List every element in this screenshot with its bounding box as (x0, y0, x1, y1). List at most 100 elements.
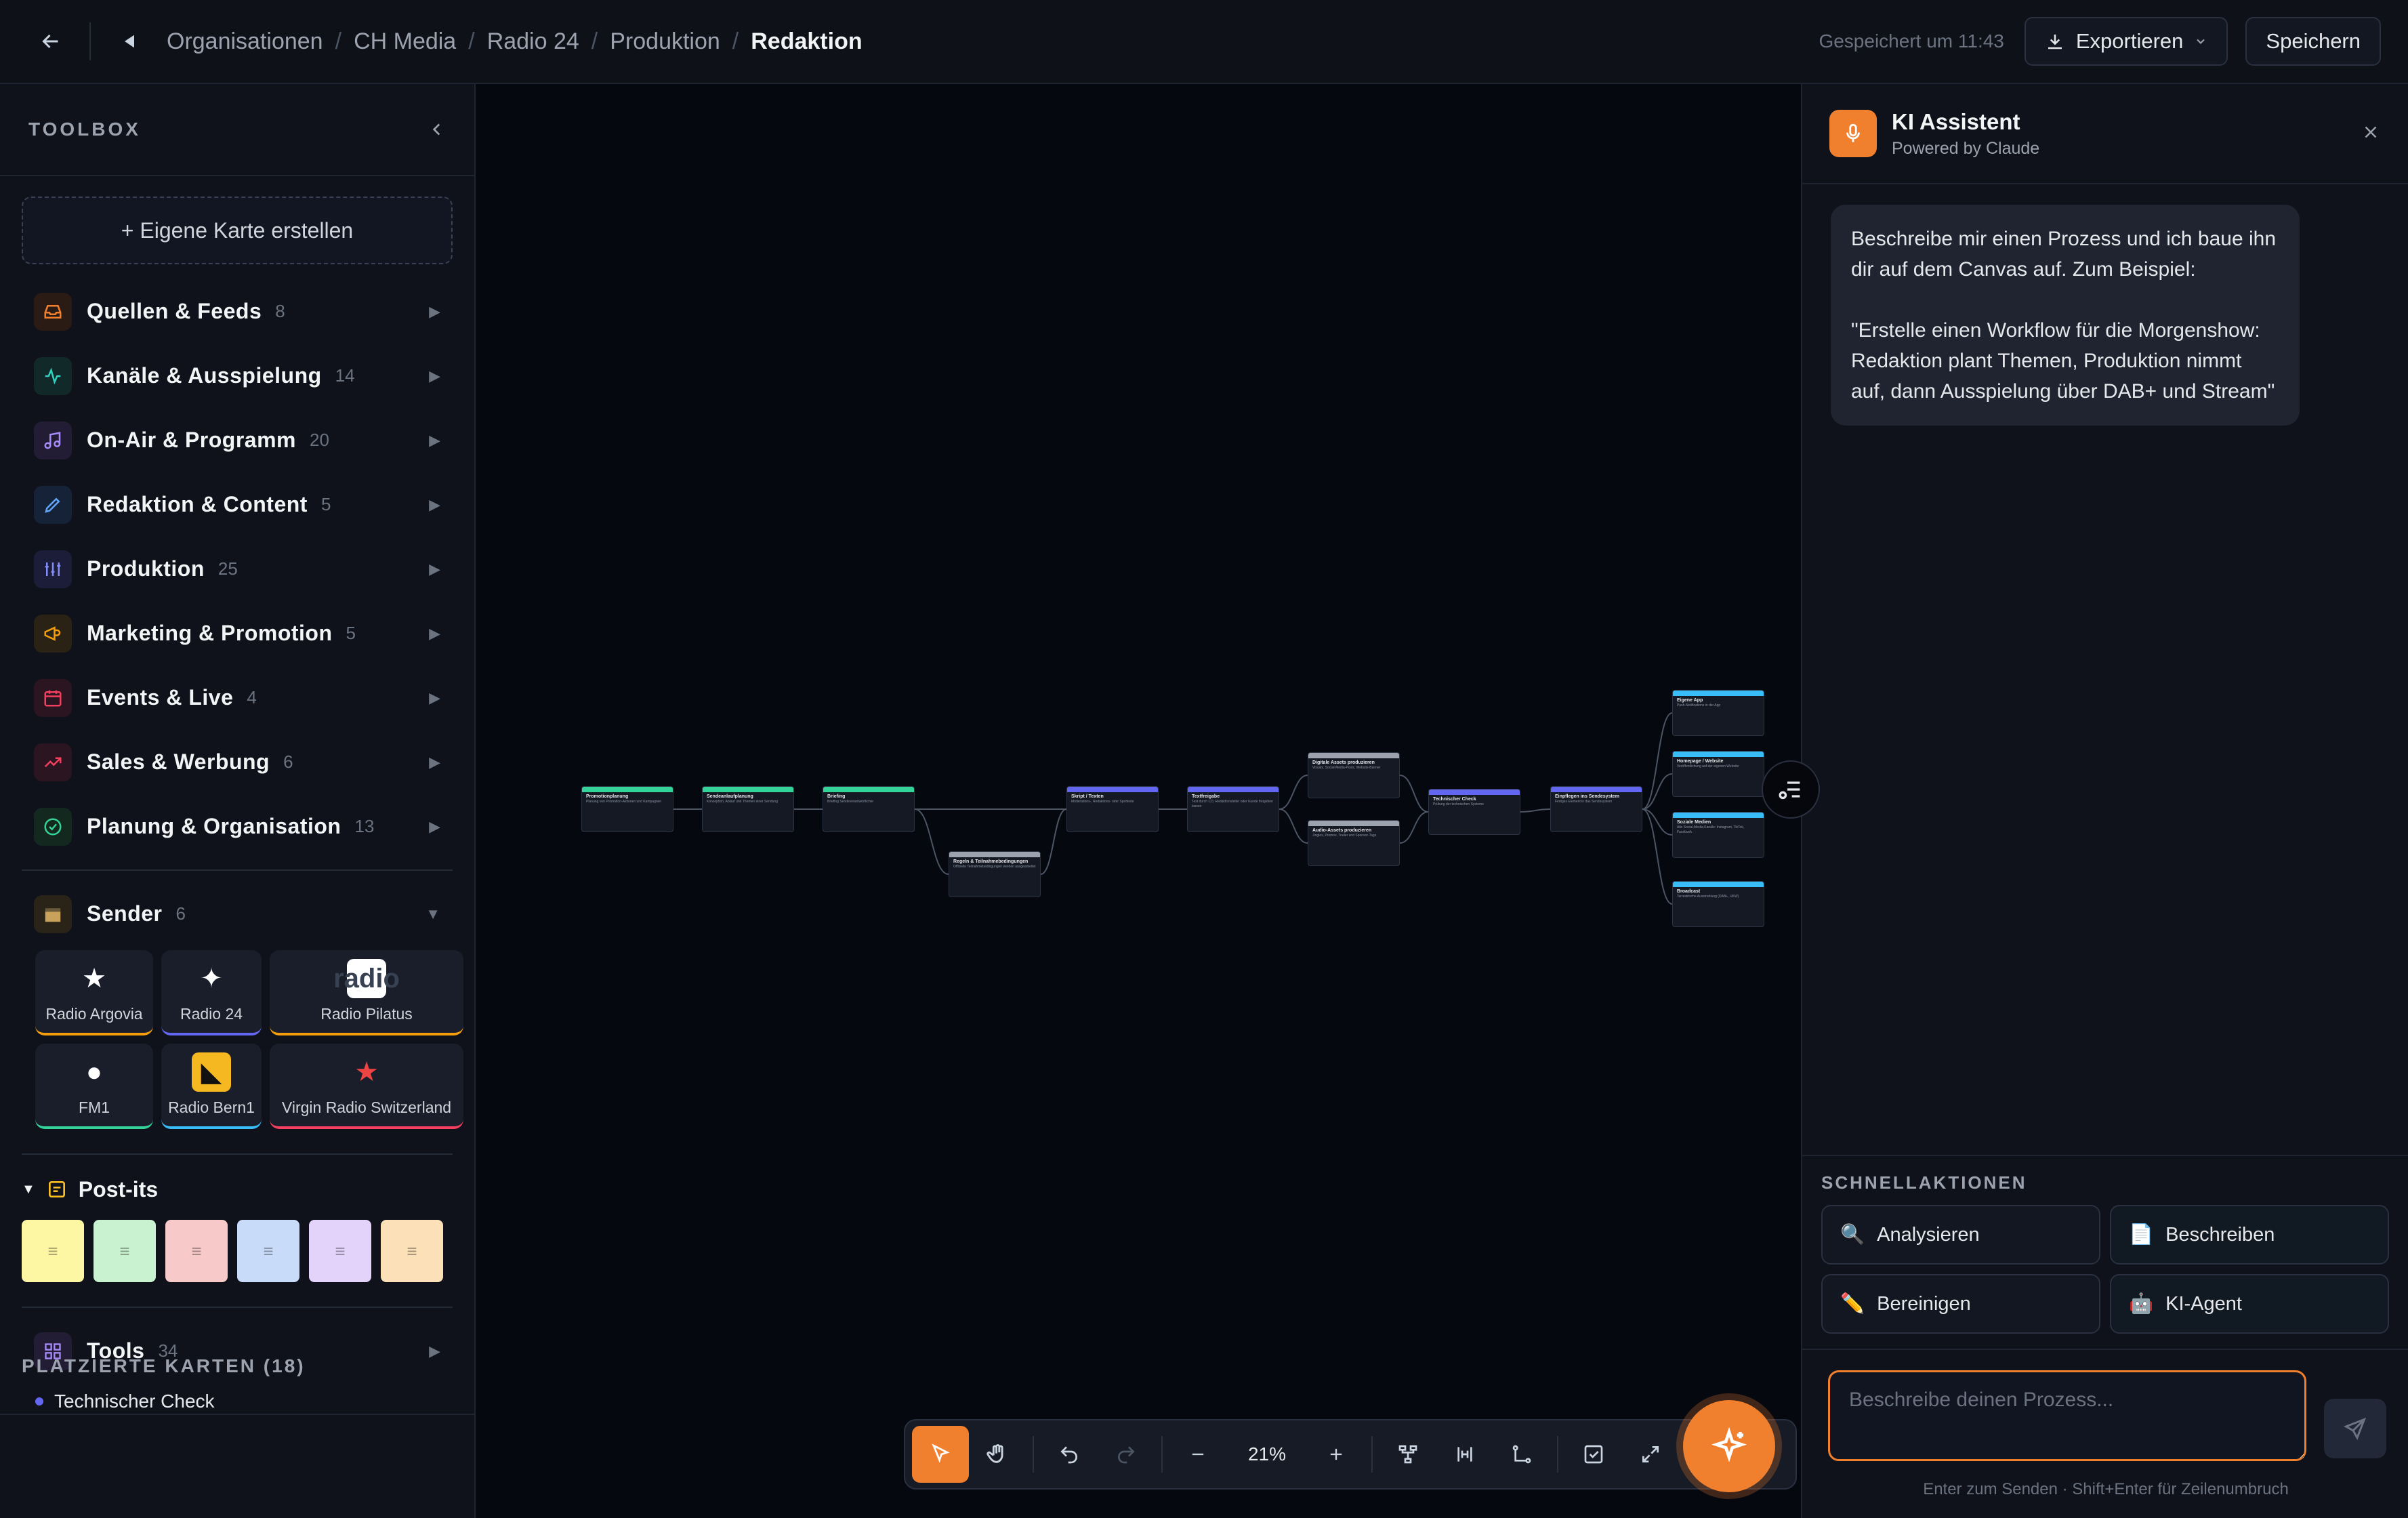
workflow-node[interactable]: Skript / Texten Moderations-, Redaktions… (1066, 786, 1159, 832)
category-count: 6 (283, 752, 293, 772)
collapse-sidebar-icon[interactable] (428, 121, 446, 138)
workflow-node[interactable]: Textfreigabe Text durch CD, Redaktionsle… (1187, 786, 1279, 832)
category-item[interactable]: Produktion 25 ▶ (0, 537, 474, 601)
category-item[interactable]: Planung & Organisation 13 ▶ (0, 794, 474, 859)
quick-action-button[interactable]: 📄 Beschreiben (2110, 1205, 2389, 1265)
station-name: FM1 (79, 1099, 110, 1116)
send-button[interactable] (2324, 1399, 2386, 1458)
node-description: Alle Social-Media-Kanäle: Instagram, Tik… (1677, 825, 1745, 834)
breadcrumb: Organisationen / CH Media / Radio 24/ Prod… (167, 28, 863, 55)
select-all-button[interactable] (1565, 1426, 1622, 1483)
workflow-node[interactable]: Broadcast Terrestrische Ausstrahlung (DA… (1672, 881, 1764, 927)
select-tool-button[interactable] (912, 1426, 969, 1483)
station-logo: radio (333, 959, 400, 998)
close-icon[interactable] (2361, 122, 2381, 146)
category-item[interactable]: On-Air & Programm 20 ▶ (0, 408, 474, 472)
workflow-node[interactable]: Technischer Check Prüfung der technische… (1428, 789, 1520, 835)
node-header (949, 852, 1040, 857)
edge-line (1642, 773, 1673, 810)
workflow-node[interactable]: Soziale Medien Alle Social-Media-Kanäle:… (1672, 812, 1764, 858)
station-card[interactable]: ◣ Radio Bern1 (161, 1044, 262, 1129)
caret-down-icon: ▼ (22, 1181, 35, 1197)
postit-swatch[interactable]: ≡ (22, 1220, 84, 1282)
category-item[interactable]: Marketing & Promotion 5 ▶ (0, 601, 474, 665)
category-count: 5 (320, 494, 331, 514)
breadcrumb-item[interactable]: Organisationen (167, 28, 323, 55)
workflow-node[interactable]: Eigene App Push-Notifications in der App (1672, 690, 1764, 736)
postit-swatch[interactable]: ≡ (309, 1220, 371, 1282)
postit-swatch[interactable]: ≡ (381, 1220, 443, 1282)
station-logo: ◣ (192, 1052, 231, 1092)
placed-card-item[interactable]: Technischer Check (35, 1391, 215, 1412)
node-description: Push-Notifications in der App (1677, 703, 1721, 707)
undo-button[interactable] (1041, 1426, 1098, 1483)
category-label: On-Air & Programm (87, 428, 296, 452)
placed-cards-title: PLATZIERTE KARTEN (18) (22, 1355, 306, 1376)
collapse-triangle-icon[interactable] (106, 18, 153, 65)
create-card-button[interactable]: + Eigene Karte erstellen (22, 197, 453, 264)
workflow-node[interactable]: Regeln & Teilnahmebedingungen Offizielle… (949, 851, 1041, 897)
undo-icon (1060, 1446, 1077, 1464)
save-button[interactable]: Speichern (2245, 17, 2381, 66)
ai-assistant-panel: KI Assistent Powered by Claude Beschreib… (1762, 84, 2408, 1518)
postit-swatch[interactable]: ≡ (94, 1220, 156, 1282)
category-item[interactable]: Redaktion & Content 5 ▶ (0, 472, 474, 537)
back-arrow-icon[interactable] (27, 18, 75, 65)
category-item[interactable]: Sales & Werbung 6 ▶ (0, 730, 474, 794)
station-card[interactable]: ● FM1 (35, 1044, 153, 1129)
status-dot (35, 1397, 43, 1406)
station-card[interactable]: ★ Virgin Radio Switzerland (270, 1044, 463, 1129)
sender-section-header[interactable]: Sender 6 ▼ (0, 882, 474, 946)
fullscreen-button[interactable] (1622, 1426, 1679, 1483)
postit-swatch[interactable]: ≡ (165, 1220, 228, 1282)
postit-swatch[interactable]: ≡ (237, 1220, 299, 1282)
category-item[interactable]: Kanäle & Ausspielung 14 ▶ (0, 344, 474, 408)
quick-action-button[interactable]: 🔍 Analysieren (1821, 1205, 2100, 1265)
zoom-out-button[interactable] (1169, 1426, 1226, 1483)
workflow-node[interactable]: Audio-Assets produzieren Jingles, Promos… (1308, 820, 1400, 866)
station-card[interactable]: radio Radio Pilatus (270, 950, 463, 1035)
chevron-right-icon: ▶ (429, 753, 440, 771)
breadcrumb-item[interactable]: CH Media (354, 28, 456, 55)
node-header (1308, 753, 1399, 758)
workflow-node[interactable]: Digitale Assets produzieren Visuals, Soc… (1308, 752, 1400, 798)
station-card[interactable]: ✦ Radio 24 (161, 950, 262, 1035)
node-title: Eigene App (1677, 698, 1703, 703)
breadcrumb-item[interactable]: Radio 24 (487, 28, 579, 55)
pan-tool-button[interactable] (969, 1426, 1026, 1483)
toolbox-title: TOOLBOX (28, 119, 141, 140)
redo-icon (1118, 1446, 1135, 1464)
redo-button[interactable] (1098, 1426, 1155, 1483)
auto-layout-button[interactable] (1379, 1426, 1436, 1483)
edge-line (1279, 808, 1308, 844)
connector-button[interactable] (1493, 1426, 1550, 1483)
assistant-title: KI Assistent (1892, 108, 2020, 134)
node-title: Soziale Medien (1677, 820, 1711, 825)
align-button[interactable] (1436, 1426, 1493, 1483)
quick-action-button[interactable]: ✏️ Bereinigen (1821, 1274, 2100, 1334)
quick-action-button[interactable]: 🤖 KI-Agent (2110, 1274, 2389, 1334)
node-title: Einpflegen ins Sendesystem (1555, 794, 1619, 799)
workflow-node[interactable]: Sendeanlaufplanung Konzeption, Ablauf un… (702, 786, 794, 832)
saved-status: Gespeichert um 11:43 (1819, 30, 2004, 52)
workflow-canvas[interactable]: Promotionplanung Planung von Promotion-A… (476, 84, 1801, 1518)
category-item[interactable]: Events & Live 4 ▶ (0, 665, 474, 730)
category-item[interactable]: Quellen & Feeds 8 ▶ (0, 279, 474, 344)
export-button[interactable]: Exportieren (2024, 17, 2228, 66)
download-icon (2048, 35, 2062, 49)
zoom-in-button[interactable] (1308, 1426, 1365, 1483)
category-count: 4 (247, 687, 257, 707)
workflow-node[interactable]: Homepage / Website Veröffentlichung auf … (1672, 751, 1764, 797)
filter-list-button[interactable] (1762, 760, 1820, 819)
sparkle-icon (1711, 1427, 1747, 1462)
node-description: Visuals, Social-Media-Posts, Website-Ban… (1312, 766, 1381, 770)
breadcrumb-item[interactable]: Produktion (610, 28, 720, 55)
workflow-node[interactable]: Briefing Briefing Sendeverantwortlicher (823, 786, 915, 832)
workflow-node[interactable]: Promotionplanung Planung von Promotion-A… (581, 786, 673, 832)
ai-sparkle-button[interactable] (1683, 1400, 1775, 1492)
postits-section-header[interactable]: ▼ Post-its (0, 1166, 474, 1213)
workflow-node[interactable]: Einpflegen ins Sendesystem Fertiges Elem… (1550, 786, 1642, 832)
prompt-input[interactable] (1828, 1370, 2306, 1461)
node-title: Homepage / Website (1677, 759, 1724, 764)
station-card[interactable]: ★ Radio Argovia (35, 950, 153, 1035)
